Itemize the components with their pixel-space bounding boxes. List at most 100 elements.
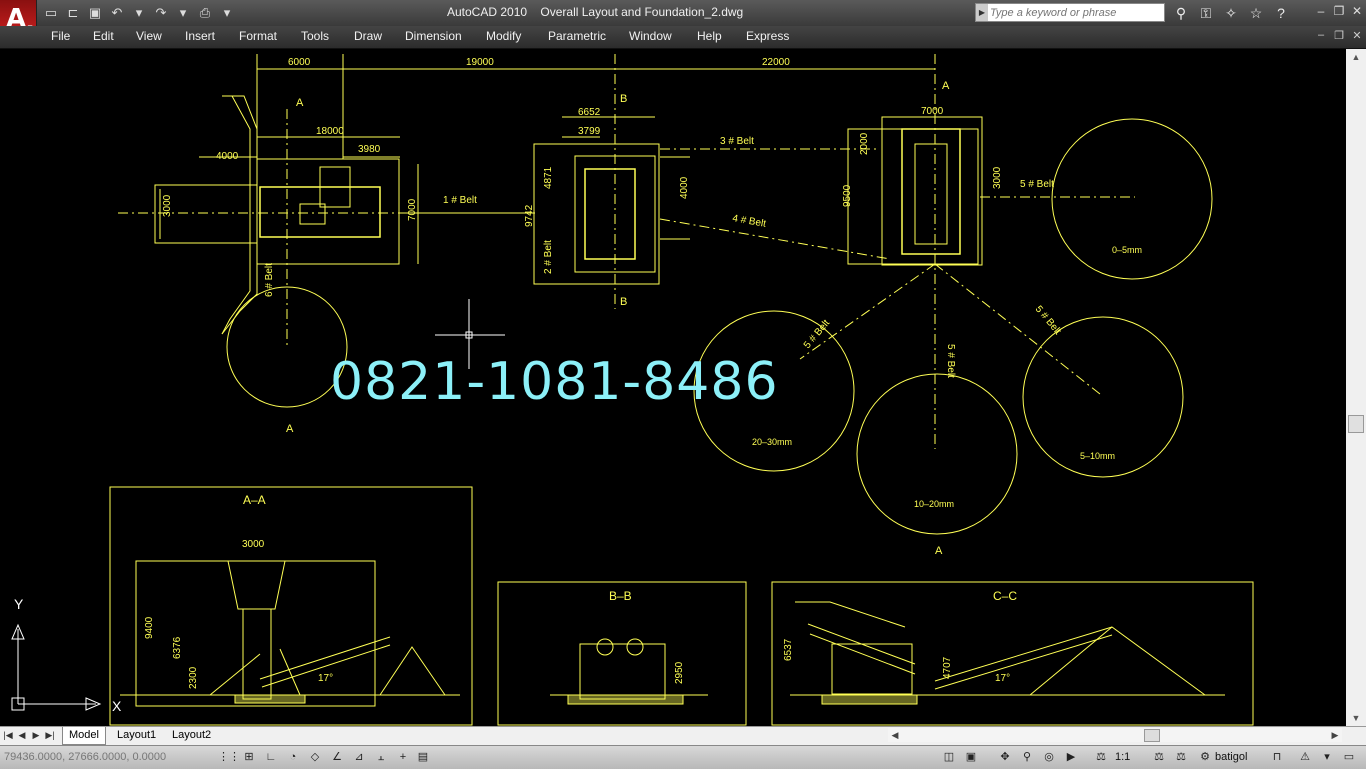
model-space-icon[interactable]: ◫ — [940, 749, 958, 765]
menu-window[interactable]: Window — [629, 29, 672, 43]
clean-screen-icon[interactable]: ▭ — [1340, 749, 1358, 765]
restore-icon[interactable]: ❐ — [1332, 4, 1346, 18]
dim-plan1-hopper: 4000 — [216, 151, 239, 162]
section-mark-a-top: A — [296, 97, 304, 109]
dim-plan3-width: 7000 — [921, 106, 944, 117]
help-icon[interactable]: ? — [1270, 3, 1292, 23]
expand-search-icon[interactable]: ▶ — [976, 4, 988, 21]
redo-icon[interactable]: ↷ — [152, 4, 170, 22]
scroll-down-icon[interactable]: ▼ — [1346, 710, 1366, 726]
menu-file[interactable]: File — [51, 29, 70, 43]
scroll-up-icon[interactable]: ▲ — [1346, 49, 1366, 65]
section-cc: C–C 6537 4707 17° — [771, 581, 1254, 726]
section-cc-title: C–C — [993, 589, 1017, 603]
hardware-acceleration-icon[interactable]: ⚠ — [1296, 749, 1314, 765]
object-snap-tracking-icon[interactable]: ∠ — [328, 749, 346, 765]
workspace-gear-icon[interactable]: ⚙ — [1196, 749, 1214, 765]
label-belt-5: 5 # Belt — [1020, 179, 1054, 190]
auto-scale-icon[interactable]: ⚖ — [1172, 749, 1190, 765]
object-snap-icon[interactable]: ◇ — [306, 749, 324, 765]
section-mark-b-bottom: B — [620, 296, 627, 308]
tab-model[interactable]: Model — [62, 727, 106, 745]
layout-view-icon[interactable]: ▣ — [962, 749, 980, 765]
menu-modify[interactable]: Modify — [486, 29, 521, 43]
doc-close-icon[interactable]: ✕ — [1350, 29, 1364, 42]
binoculars-icon[interactable]: ⚲ — [1170, 3, 1192, 23]
prev-tab-icon[interactable]: ◀ — [16, 728, 28, 742]
menu-draw[interactable]: Draw — [354, 29, 382, 43]
pile-label-10-20: 10–20mm — [914, 499, 954, 509]
dim-plan1-width: 3000 — [162, 194, 173, 217]
close-icon[interactable]: ✕ — [1350, 4, 1364, 18]
label-belt-3: 3 # Belt — [720, 136, 754, 147]
status-bar: 79436.0000, 27666.0000, 0.0000 ⋮⋮ ⊞ ∟ ◔ … — [0, 745, 1366, 769]
dim-plan1-offset: 3980 — [358, 144, 381, 155]
menu-dimension[interactable]: Dimension — [405, 29, 462, 43]
grid-display-icon[interactable]: ⊞ — [240, 749, 258, 765]
tab-layout2[interactable]: Layout2 — [166, 727, 217, 744]
customize-qat-icon[interactable]: ▾ — [218, 4, 236, 22]
tab-layout1[interactable]: Layout1 — [111, 727, 162, 744]
menu-tools[interactable]: Tools — [301, 29, 329, 43]
vertical-scroll-thumb[interactable] — [1348, 415, 1364, 433]
first-tab-icon[interactable]: |◀ — [2, 728, 14, 742]
plot-icon[interactable]: ⎙ — [196, 4, 214, 22]
lock-icon[interactable]: ⊓ — [1268, 749, 1286, 765]
annotation-visibility-icon[interactable]: ⚖ — [1150, 749, 1168, 765]
polar-tracking-icon[interactable]: ◔ — [284, 749, 302, 765]
annotation-scale-icon[interactable]: ⚖ — [1092, 749, 1110, 765]
minimize-icon[interactable]: – — [1314, 4, 1328, 18]
save-icon[interactable]: ▣ — [86, 4, 104, 22]
dim-bb-height: 2950 — [674, 661, 685, 684]
subscription-key-icon[interactable]: ⚿ — [1195, 3, 1217, 23]
label-belt-6: 6 # Belt — [264, 263, 275, 297]
section-mark-a-lower: A — [935, 545, 943, 557]
infocenter-search: ▶ — [975, 3, 1165, 22]
snap-mode-icon[interactable]: ⋮⋮ — [218, 749, 240, 765]
menu-format[interactable]: Format — [239, 29, 277, 43]
next-tab-icon[interactable]: ▶ — [30, 728, 42, 742]
new-file-icon[interactable]: ▭ — [42, 4, 60, 22]
communication-center-icon[interactable]: ✧ — [1220, 3, 1242, 23]
scroll-left-icon[interactable]: ◀ — [888, 728, 902, 742]
title-bar: A ▼ ▭ ⊏ ▣ ↶ ▾ ↷ ▾ ⎙ ▾ AutoCAD 2010 Overa… — [0, 0, 1366, 40]
menu-parametric[interactable]: Parametric — [548, 29, 606, 43]
doc-minimize-icon[interactable]: – — [1314, 29, 1328, 42]
undo-icon[interactable]: ↶ — [108, 4, 126, 22]
dim-top-1: 6000 — [288, 57, 311, 68]
vertical-scrollbar[interactable]: ▲ ▼ — [1346, 49, 1366, 726]
workspace-name[interactable]: batigol — [1215, 751, 1247, 763]
dynamic-input-icon[interactable]: ⫠ — [372, 749, 390, 765]
ortho-mode-icon[interactable]: ∟ — [262, 749, 280, 765]
last-tab-icon[interactable]: ▶| — [44, 728, 56, 742]
menu-edit[interactable]: Edit — [93, 29, 114, 43]
menu-insert[interactable]: Insert — [185, 29, 215, 43]
dim-plan2-inner: 3799 — [578, 126, 601, 137]
horizontal-scrollbar[interactable]: ◀ ▶ — [888, 728, 1342, 742]
scroll-right-icon[interactable]: ▶ — [1328, 728, 1342, 742]
showmotion-icon[interactable]: ▶ — [1062, 749, 1080, 765]
open-file-icon[interactable]: ⊏ — [64, 4, 82, 22]
steering-wheel-icon[interactable]: ◎ — [1040, 749, 1058, 765]
lineweight-icon[interactable]: + — [394, 749, 412, 765]
pile-label-20-30: 20–30mm — [752, 437, 792, 447]
doc-restore-icon[interactable]: ❐ — [1332, 29, 1346, 42]
dim-cc-height: 6537 — [783, 638, 794, 661]
drawing-area[interactable]: 6000 19000 22000 18000 4000 3980 3000 70… — [0, 49, 1346, 726]
allow-ucs-icon[interactable]: ⊿ — [350, 749, 368, 765]
window-title: AutoCAD 2010 Overall Layout and Foundati… — [447, 5, 743, 19]
menu-express[interactable]: Express — [746, 29, 789, 43]
menu-help[interactable]: Help — [697, 29, 722, 43]
zoom-icon[interactable]: ⚲ — [1018, 749, 1036, 765]
pan-icon[interactable]: ✥ — [996, 749, 1014, 765]
search-input[interactable] — [990, 4, 1162, 21]
statusbar-menu-icon[interactable]: ▾ — [1318, 749, 1336, 765]
menu-view[interactable]: View — [136, 29, 162, 43]
horizontal-scroll-thumb[interactable] — [1144, 729, 1160, 742]
quick-properties-icon[interactable]: ▤ — [414, 749, 432, 765]
undo-dropdown-icon[interactable]: ▾ — [130, 4, 148, 22]
annotation-scale-value[interactable]: 1:1 — [1115, 751, 1130, 763]
redo-dropdown-icon[interactable]: ▾ — [174, 4, 192, 22]
favorites-star-icon[interactable]: ☆ — [1245, 3, 1267, 23]
dim-plan1-height: 7000 — [407, 198, 418, 221]
